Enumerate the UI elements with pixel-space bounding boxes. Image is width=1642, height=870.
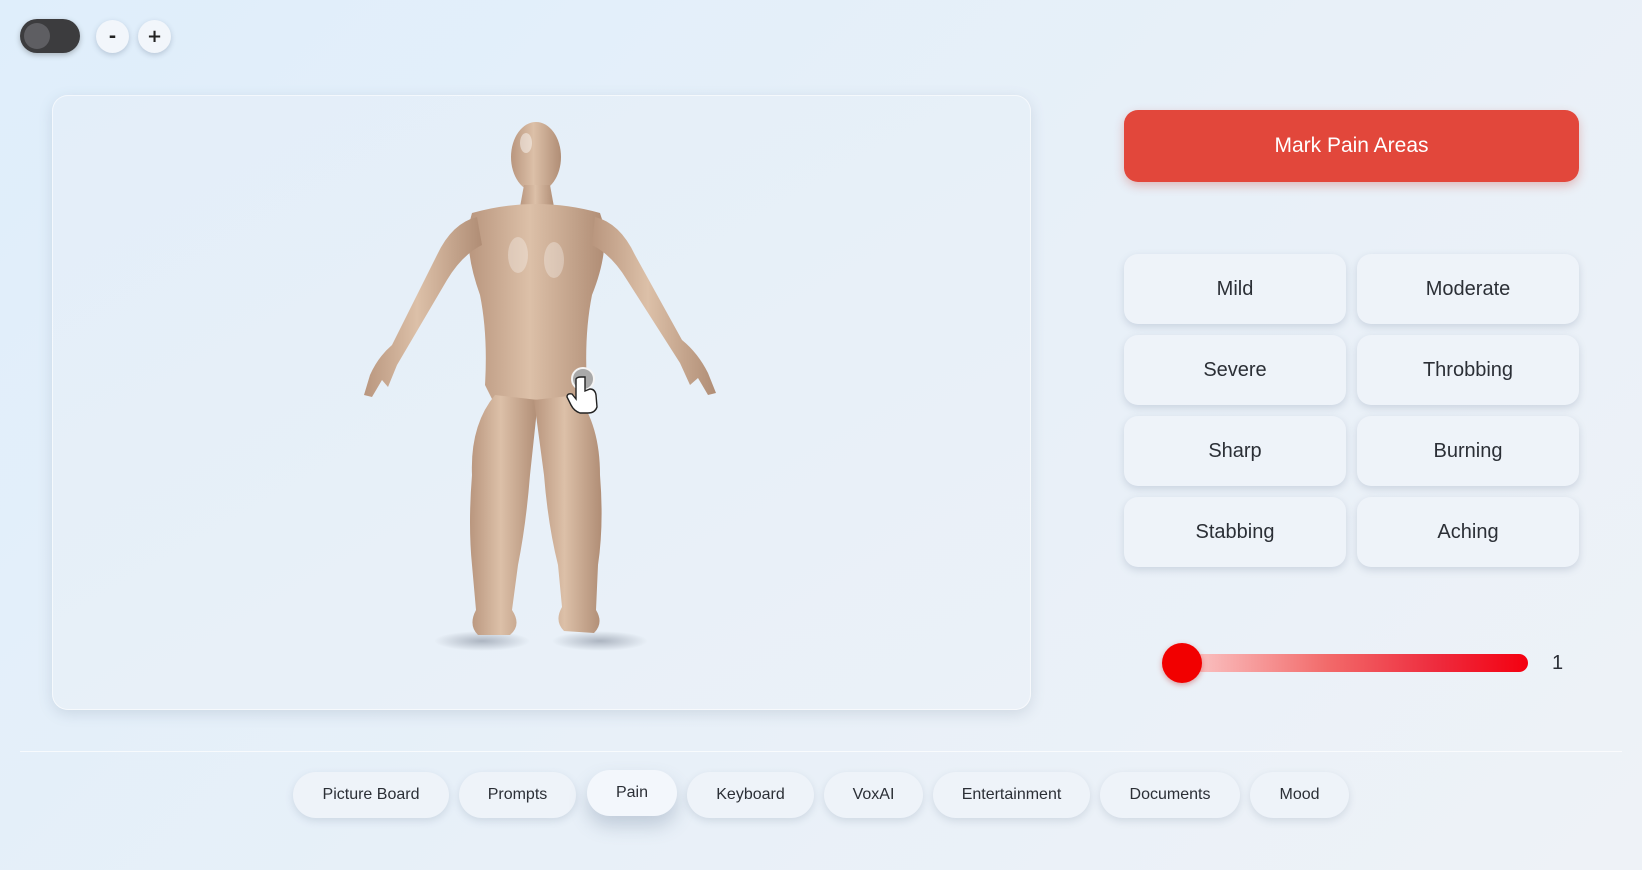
- nav-divider: [20, 751, 1622, 752]
- tab-entertainment[interactable]: Entertainment: [933, 772, 1090, 818]
- pain-aching-button[interactable]: Aching: [1357, 497, 1579, 567]
- tab-pain[interactable]: Pain: [587, 770, 677, 816]
- tab-keyboard[interactable]: Keyboard: [687, 772, 814, 818]
- bottom-nav: Picture Board Prompts Pain Keyboard VoxA…: [0, 770, 1642, 822]
- pain-type-grid: Mild Moderate Severe Throbbing Sharp Bur…: [1124, 254, 1579, 567]
- slider-track[interactable]: [1164, 654, 1528, 672]
- pain-stabbing-button[interactable]: Stabbing: [1124, 497, 1346, 567]
- intensity-value: 1: [1552, 652, 1564, 674]
- toggle-knob: [24, 23, 50, 49]
- slider-thumb[interactable]: [1162, 643, 1202, 683]
- tab-mood[interactable]: Mood: [1250, 772, 1349, 818]
- tab-picture-board[interactable]: Picture Board: [293, 772, 449, 818]
- pain-throbbing-button[interactable]: Throbbing: [1357, 335, 1579, 405]
- zoom-in-button[interactable]: +: [138, 20, 171, 53]
- theme-toggle[interactable]: [20, 19, 80, 53]
- body-model-viewer[interactable]: [52, 95, 1031, 710]
- pain-intensity-slider[interactable]: [1162, 643, 1528, 683]
- pain-moderate-button[interactable]: Moderate: [1357, 254, 1579, 324]
- pain-burning-button[interactable]: Burning: [1357, 416, 1579, 486]
- mark-pain-areas-button[interactable]: Mark Pain Areas: [1124, 110, 1579, 182]
- human-body-model[interactable]: [52, 95, 1031, 710]
- pain-mild-button[interactable]: Mild: [1124, 254, 1346, 324]
- tab-documents[interactable]: Documents: [1100, 772, 1240, 818]
- tab-prompts[interactable]: Prompts: [459, 772, 576, 818]
- zoom-out-button[interactable]: -: [96, 20, 129, 53]
- pain-sharp-button[interactable]: Sharp: [1124, 416, 1346, 486]
- tab-voxai[interactable]: VoxAI: [824, 772, 923, 818]
- pain-severe-button[interactable]: Severe: [1124, 335, 1346, 405]
